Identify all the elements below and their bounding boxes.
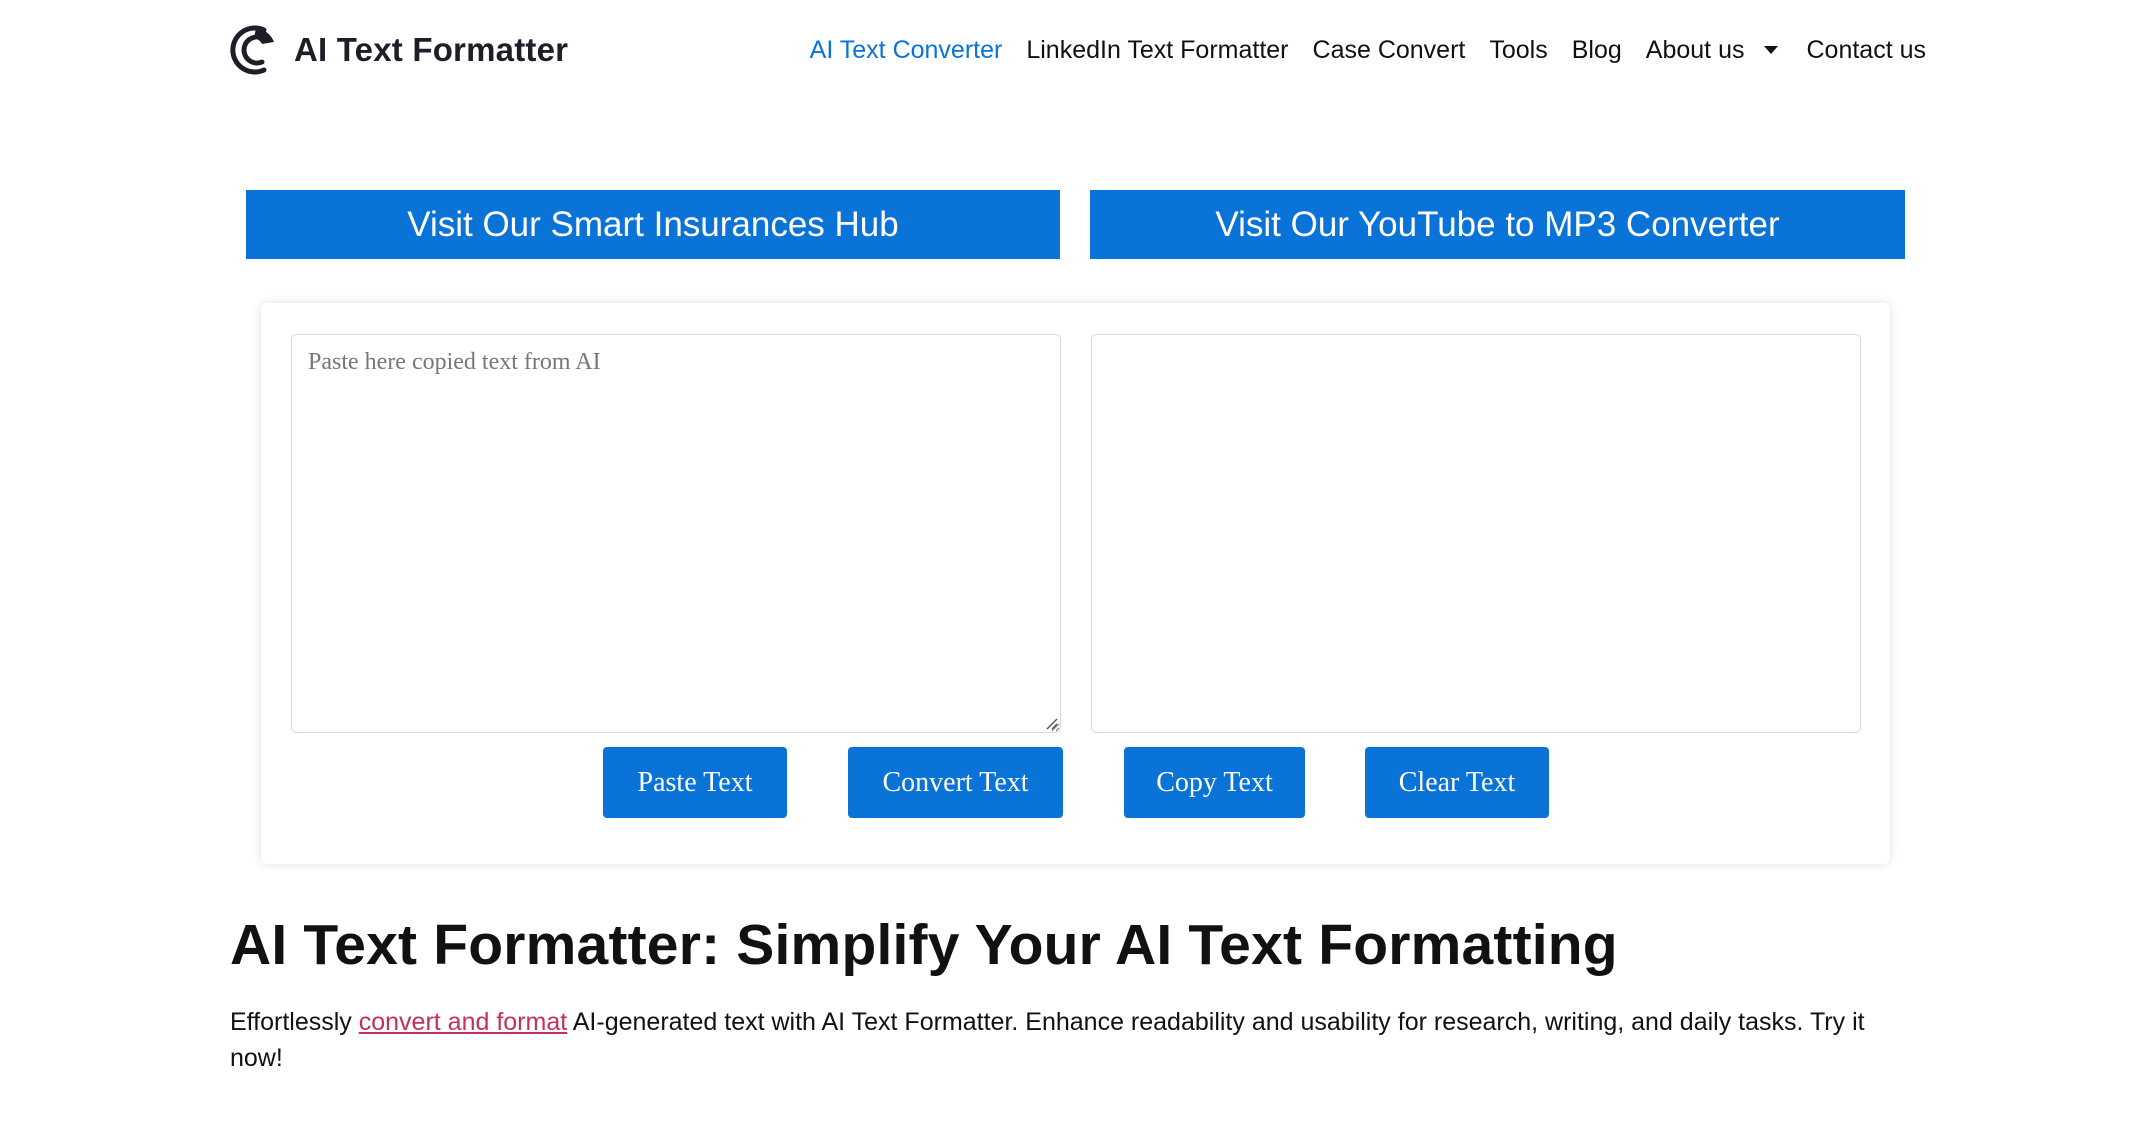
page-title: AI Text Formatter: Simplify Your AI Text… — [230, 913, 1618, 977]
intro-text-start: Effortlessly — [230, 1008, 359, 1036]
resize-grip-icon[interactable] — [1044, 716, 1058, 730]
input-textarea[interactable] — [291, 334, 1061, 733]
main-nav: AI Text Converter LinkedIn Text Formatte… — [786, 28, 1926, 72]
site-header: AI Text Formatter AI Text Converter Link… — [0, 0, 2139, 100]
nav-contact-us[interactable]: Contact us — [1806, 36, 1926, 65]
nav-about-us-label: About us — [1645, 35, 1745, 64]
nav-ai-text-converter[interactable]: AI Text Converter — [810, 36, 1003, 65]
logo-arc-icon — [230, 25, 274, 75]
output-textarea[interactable] — [1091, 334, 1861, 733]
convert-and-format-link[interactable]: convert and format — [359, 1008, 567, 1036]
nav-blog[interactable]: Blog — [1572, 36, 1622, 65]
convert-text-button[interactable]: Convert Text — [848, 747, 1063, 818]
logo-text: AI Text Formatter — [294, 31, 569, 68]
intro-paragraph: Effortlessly convert and format AI-gener… — [230, 1004, 1920, 1076]
caret-down-icon — [1764, 46, 1779, 54]
nav-case-convert[interactable]: Case Convert — [1313, 36, 1466, 65]
converter-card: Paste Text Convert Text Copy Text Clear … — [261, 303, 1890, 864]
smart-insurances-hub-button[interactable]: Visit Our Smart Insurances Hub — [246, 190, 1060, 259]
clear-text-button[interactable]: Clear Text — [1365, 747, 1549, 818]
site-logo[interactable]: AI Text Formatter — [230, 22, 568, 78]
nav-tools[interactable]: Tools — [1489, 36, 1547, 65]
paste-text-button[interactable]: Paste Text — [603, 747, 787, 818]
copy-text-button[interactable]: Copy Text — [1124, 747, 1305, 818]
nav-linkedin-text-formatter[interactable]: LinkedIn Text Formatter — [1026, 36, 1288, 65]
nav-about-us[interactable]: About us — [1646, 36, 1781, 65]
youtube-mp3-converter-button[interactable]: Visit Our YouTube to MP3 Converter — [1090, 190, 1905, 259]
